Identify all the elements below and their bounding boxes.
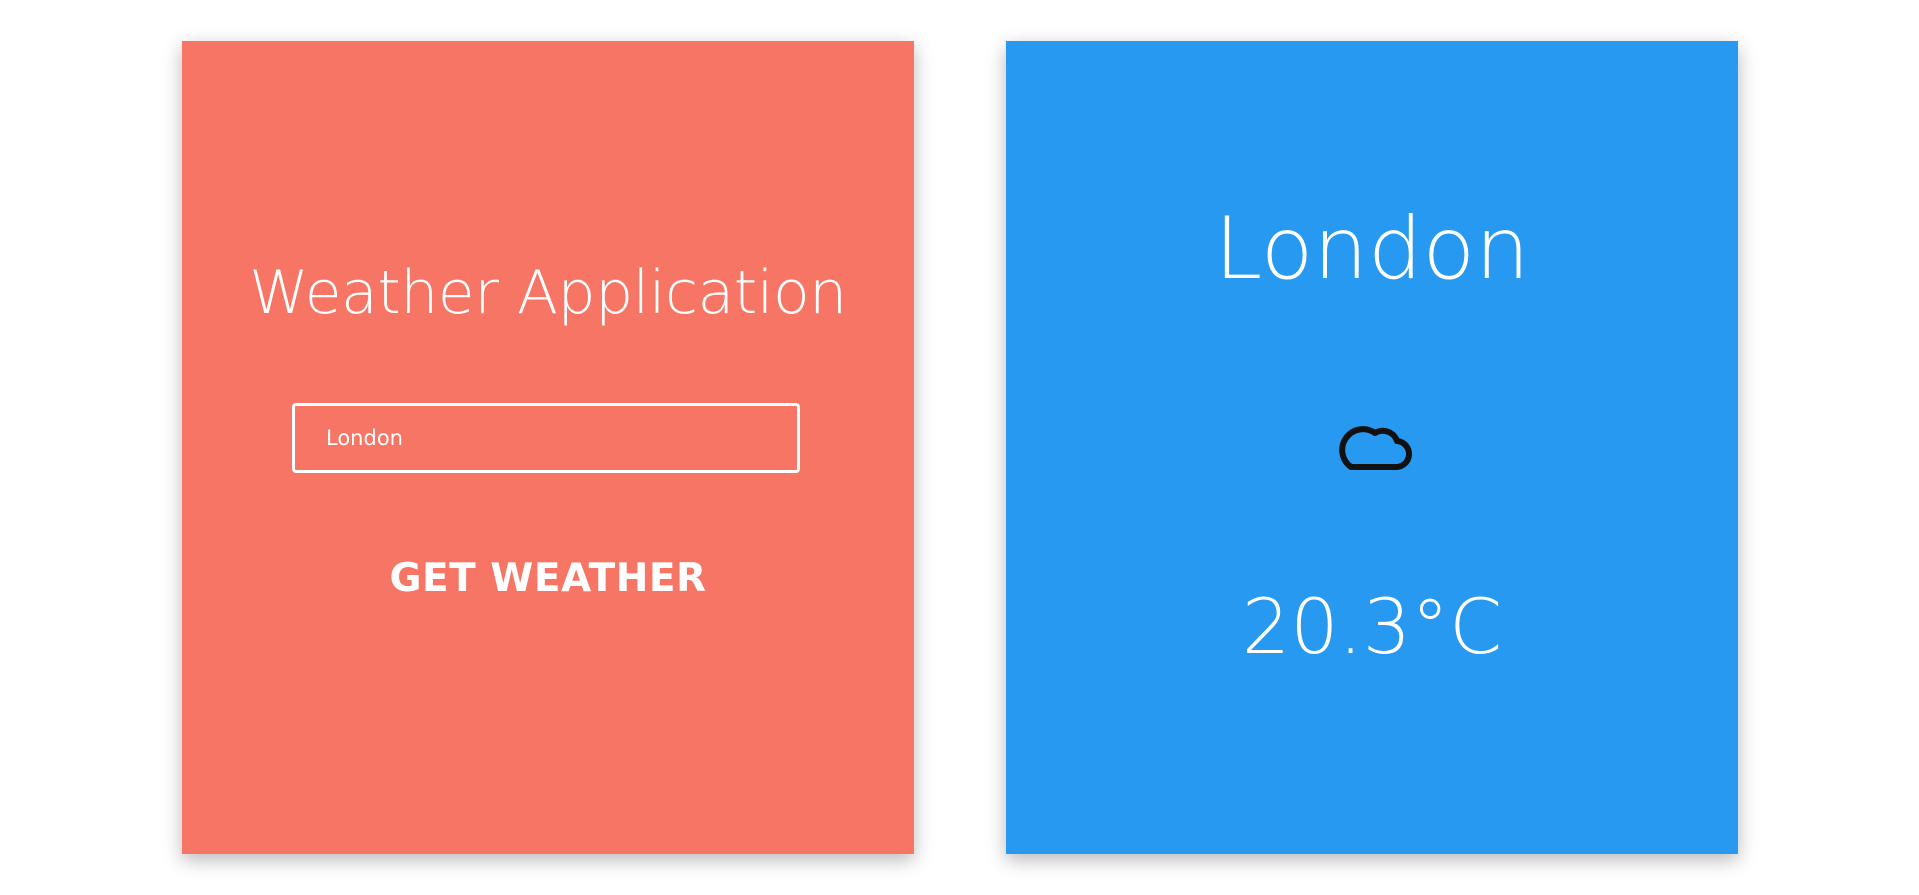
city-name: London bbox=[1214, 199, 1530, 299]
app-root: Weather Application GET WEATHER London 2… bbox=[0, 0, 1919, 895]
app-title: Weather Application bbox=[249, 258, 847, 328]
search-panel: Weather Application GET WEATHER bbox=[182, 41, 914, 854]
temperature-readout: 20.3°C bbox=[1241, 582, 1503, 671]
city-input[interactable] bbox=[292, 403, 800, 473]
weather-result-panel: London 20.3°C bbox=[1006, 41, 1738, 854]
cloud-icon bbox=[1339, 426, 1412, 471]
get-weather-button[interactable]: GET WEATHER bbox=[368, 556, 728, 601]
